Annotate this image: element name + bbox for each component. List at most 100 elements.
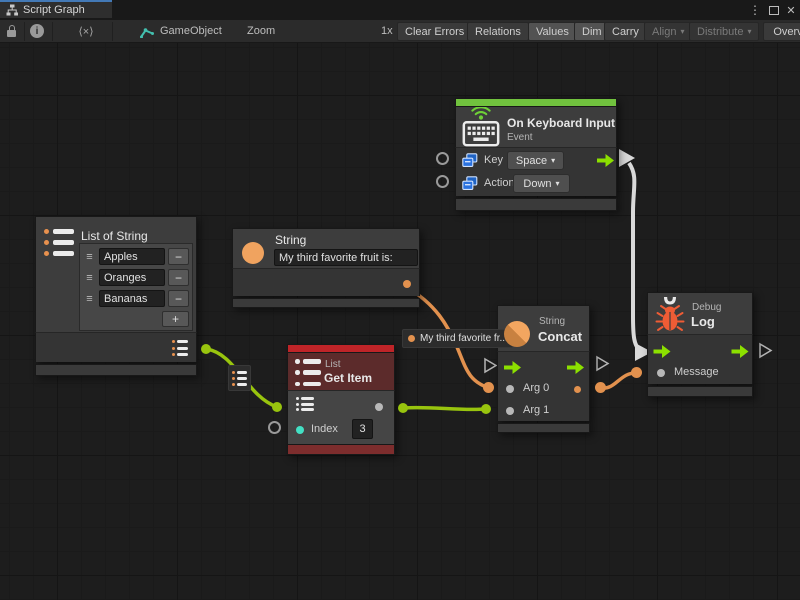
overview-button[interactable]: Overv bbox=[763, 22, 800, 41]
window-maximize-button[interactable] bbox=[766, 0, 782, 20]
action-dropdown[interactable]: Down ▾ bbox=[513, 174, 570, 193]
list-item-field[interactable]: Oranges bbox=[99, 269, 165, 286]
node-on-keyboard-input[interactable]: On Keyboard Input Event Key Space ▾ A bbox=[455, 98, 617, 211]
wire-endpoint-concat-arg0[interactable] bbox=[483, 382, 494, 393]
window-menu-button[interactable]: ⋮ bbox=[748, 0, 762, 20]
list-item-field[interactable]: Apples bbox=[99, 248, 165, 265]
wire-value-badge-string: My third favorite fr... bbox=[402, 329, 513, 348]
list-output-port-icon[interactable] bbox=[172, 340, 188, 356]
node-title: String bbox=[275, 234, 306, 247]
index-port-unconnected[interactable] bbox=[268, 421, 281, 434]
port-label-arg1: Arg 1 bbox=[523, 404, 549, 416]
unity-script-graph-window: Script Graph ⋮ ✕ i ⟨×⟩ bbox=[0, 0, 800, 600]
string-value-field[interactable]: My third favorite fruit is: bbox=[274, 249, 418, 266]
dropdown-value: Down bbox=[523, 178, 551, 190]
drag-handle-icon[interactable]: ≡ bbox=[83, 251, 96, 263]
node-footer bbox=[287, 444, 395, 455]
window-close-button[interactable]: ✕ bbox=[783, 0, 799, 20]
string-type-dot bbox=[408, 335, 415, 342]
list-input-port-icon[interactable] bbox=[296, 397, 316, 411]
value-port-action-unconnected[interactable] bbox=[436, 175, 449, 188]
wire-value-text: My third favorite fr... bbox=[420, 333, 507, 344]
index-input-port[interactable] bbox=[296, 426, 304, 434]
node-title: List of String bbox=[81, 230, 148, 243]
list-item-row: ≡ Oranges − bbox=[83, 267, 189, 288]
values-toggle-button[interactable]: Values bbox=[528, 22, 577, 41]
node-subtitle: List bbox=[325, 359, 341, 371]
string-output-port[interactable] bbox=[403, 280, 411, 288]
node-title: Get Item bbox=[324, 372, 372, 385]
port-label-message: Message bbox=[674, 366, 719, 378]
value-port-key-unconnected[interactable] bbox=[436, 152, 449, 165]
distribute-dropdown-button[interactable]: Distribute ▾ bbox=[689, 22, 759, 41]
port-label-action: Action bbox=[484, 177, 515, 189]
toolbar-separator bbox=[52, 22, 53, 41]
close-icon: ✕ bbox=[786, 4, 795, 17]
node-debug-log[interactable]: Debug Log Message bbox=[647, 292, 753, 397]
list-icon bbox=[44, 229, 74, 256]
node-footer bbox=[647, 386, 753, 397]
info-icon: i bbox=[30, 24, 44, 38]
wire-endpoint-list-out[interactable] bbox=[201, 344, 211, 354]
flow-in-port-log[interactable] bbox=[653, 345, 671, 358]
item-output-port[interactable] bbox=[375, 403, 383, 411]
string-list-editor: ≡ Apples − ≡ Oranges − ≡ Bananas − + bbox=[79, 243, 193, 331]
flow-out-port-keyboard[interactable] bbox=[597, 154, 614, 167]
flow-in-port-concat[interactable] bbox=[504, 361, 521, 374]
code-icon: ⟨×⟩ bbox=[78, 26, 93, 38]
port-label-index: Index bbox=[311, 423, 338, 435]
info-button[interactable]: i bbox=[30, 24, 45, 39]
button-label: Align bbox=[652, 26, 676, 38]
lock-button[interactable] bbox=[4, 24, 20, 38]
string-type-icon bbox=[242, 242, 264, 264]
node-list-of-string[interactable]: List of String ≡ Apples − ≡ Oranges − ≡ … bbox=[35, 216, 197, 376]
code-view-button[interactable]: ⟨×⟩ bbox=[72, 25, 100, 38]
arg0-input-port[interactable] bbox=[506, 385, 514, 393]
flow-out-port-log[interactable] bbox=[731, 345, 749, 358]
remove-item-button[interactable]: − bbox=[168, 290, 189, 307]
wire-endpoint-getitem-out[interactable] bbox=[398, 403, 408, 413]
list-item-row: ≡ Apples − bbox=[83, 246, 189, 267]
result-output-port[interactable] bbox=[574, 386, 581, 393]
align-dropdown-button[interactable]: Align ▾ bbox=[644, 22, 692, 41]
wire-endpoint-concat-arg1[interactable] bbox=[481, 404, 491, 414]
port-label-arg0: Arg 0 bbox=[523, 382, 549, 394]
remove-item-button[interactable]: − bbox=[168, 248, 189, 265]
add-item-button[interactable]: + bbox=[162, 311, 189, 327]
list-item-field[interactable]: Bananas bbox=[99, 290, 165, 307]
button-label: Carry bbox=[612, 26, 639, 38]
carry-toggle-button[interactable]: Carry bbox=[604, 22, 647, 41]
chevron-down-icon: ▾ bbox=[556, 179, 560, 188]
message-input-port[interactable] bbox=[657, 369, 665, 377]
drag-handle-icon[interactable]: ≡ bbox=[83, 272, 96, 284]
node-title: On Keyboard Input bbox=[507, 117, 615, 130]
node-get-item[interactable]: List Get Item Index 3 bbox=[287, 344, 395, 455]
wire-endpoint-log-message[interactable] bbox=[631, 367, 642, 378]
title-bar: Script Graph ⋮ ✕ bbox=[0, 0, 800, 20]
toolbar-separator bbox=[24, 22, 25, 41]
key-dropdown[interactable]: Space ▾ bbox=[507, 151, 564, 170]
button-label: Values bbox=[536, 26, 569, 38]
graph-asset-icon bbox=[140, 26, 154, 38]
gameobject-label: GameObject bbox=[160, 25, 222, 37]
button-label: Distribute bbox=[697, 26, 743, 38]
index-value-field[interactable]: 3 bbox=[352, 419, 373, 439]
relations-button[interactable]: Relations bbox=[467, 22, 529, 41]
node-subtitle: Event bbox=[507, 132, 533, 144]
lock-shackle bbox=[9, 25, 15, 31]
flow-out-port-concat[interactable] bbox=[567, 361, 584, 374]
clear-errors-button[interactable]: Clear Errors bbox=[397, 22, 472, 41]
remove-item-button[interactable]: − bbox=[168, 269, 189, 286]
chevron-down-icon: ▾ bbox=[747, 27, 751, 36]
arg1-input-port[interactable] bbox=[506, 407, 514, 415]
list-item-row: ≡ Bananas − bbox=[83, 288, 189, 309]
drag-handle-icon[interactable]: ≡ bbox=[83, 293, 96, 305]
keyboard-icon bbox=[460, 107, 502, 149]
tab-script-graph[interactable]: Script Graph bbox=[0, 0, 112, 18]
wire-endpoint-concat-out[interactable] bbox=[595, 382, 606, 393]
node-string-literal[interactable]: String My third favorite fruit is: bbox=[232, 228, 420, 308]
error-color-strip bbox=[287, 344, 395, 352]
wire-endpoint-getitem-in[interactable] bbox=[272, 402, 282, 412]
node-footer bbox=[497, 423, 590, 433]
zoom-label: Zoom bbox=[247, 25, 275, 37]
